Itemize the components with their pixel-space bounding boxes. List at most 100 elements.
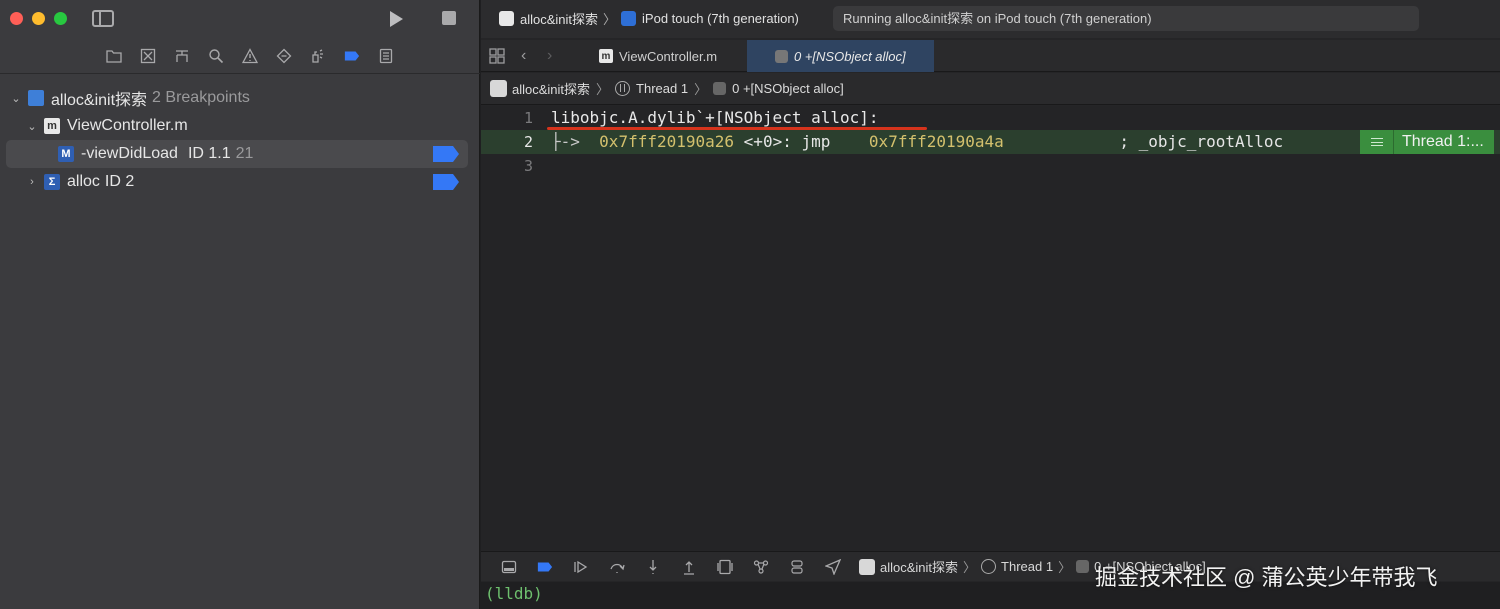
breakpoint-row-alloc[interactable]: › Σ alloc ID 2 [0, 168, 480, 196]
grid-icon[interactable] [489, 48, 505, 64]
jumpbar-project[interactable]: alloc&init探索 [512, 79, 590, 98]
file-name: ViewController.m [67, 117, 188, 134]
forward-arrow-icon[interactable]: › [547, 47, 552, 65]
window-zoom-button[interactable] [54, 12, 67, 25]
tab-nsobject-alloc[interactable]: 0 +[NSObject alloc] [747, 40, 934, 72]
symbolic-breakpoint-icon: Σ [44, 174, 60, 190]
step-out-icon[interactable] [671, 557, 707, 577]
project-name: alloc&init探索 [51, 92, 148, 109]
objc-file-icon: m [44, 118, 60, 134]
breakpoint-name: -viewDidLoad [81, 145, 178, 162]
breakpoint-id: ID 1.1 [187, 145, 231, 162]
breakpoint-flag-icon[interactable] [432, 173, 460, 191]
assembly-frame-icon [775, 49, 788, 63]
window-close-button[interactable] [10, 12, 23, 25]
test-diamond-icon[interactable] [275, 47, 293, 65]
line-number: 3 [523, 157, 533, 175]
search-icon[interactable] [207, 47, 225, 65]
instruction-address: 0x7fff20190a26 [599, 132, 735, 151]
tab-bar: ‹ › m ViewController.m 0 +[NSObject allo… [481, 40, 1500, 72]
instruction-offset: <+0>: [743, 132, 792, 151]
breakpoint-line: 21 [235, 145, 254, 162]
titlebar-right: alloc&init探索 〉 iPod touch (7th generatio… [481, 0, 1500, 38]
current-instruction-line: 2 ├-> 0x7fff20190a26 <+0>: jmp 0x7fff201… [481, 130, 1500, 154]
code-line: 1 libobjc.A.dylib`+[NSObject alloc]: [481, 106, 1500, 130]
tab-label: 0 +[NSObject alloc] [794, 48, 906, 64]
project-file-icon [28, 90, 44, 106]
chevron-right-icon: 〉 [963, 560, 977, 575]
play-icon [390, 11, 403, 27]
debug-thread[interactable]: Thread 1 [1001, 559, 1053, 574]
run-button[interactable] [386, 9, 406, 29]
stack-frame-icon [713, 82, 727, 95]
breakpoint-row-viewdidload[interactable]: M -viewDidLoad ID 1.1 21 [6, 140, 468, 168]
report-icon[interactable] [377, 47, 395, 65]
app-icon [499, 11, 514, 26]
memory-graph-icon[interactable] [743, 557, 779, 577]
thread-icon [981, 559, 997, 574]
watermark: 掘金技术社区 @ 蒲公英少年带我飞 [1095, 565, 1438, 590]
code-line: 3 [481, 154, 1500, 178]
breakpoint-id: ID 2 [104, 173, 135, 190]
tab-viewcontroller[interactable]: m ViewController.m [599, 40, 745, 72]
jumpbar-frame[interactable]: 0 +[NSObject alloc] [732, 81, 844, 96]
sidebar-toggle-icon[interactable] [92, 10, 114, 27]
stop-button[interactable] [442, 11, 456, 25]
breakpoint-flag-icon[interactable] [432, 145, 460, 163]
line-number: 2 [523, 133, 533, 151]
lldb-prompt: (lldb) [485, 584, 543, 603]
titlebar-left [0, 0, 480, 38]
chevron-right-icon[interactable]: › [26, 176, 38, 188]
window-minimize-button[interactable] [32, 12, 45, 25]
instruction-op: jmp [801, 132, 831, 151]
continue-icon[interactable] [563, 557, 599, 577]
step-over-icon[interactable] [599, 557, 635, 577]
chevron-right-icon: 〉 [596, 82, 610, 97]
tree-row-project[interactable]: ⌄ alloc&init探索 2 Breakpoints [0, 84, 480, 112]
step-into-icon[interactable] [635, 557, 671, 577]
environment-overrides-icon[interactable] [779, 557, 815, 577]
pc-arrow: ├-> [551, 132, 580, 151]
breakpoint-count: 2 Breakpoints [152, 89, 250, 106]
editor-pane: alloc&init探索 〉 iPod touch (7th generatio… [481, 0, 1500, 609]
method-icon: M [58, 146, 74, 162]
scheme-project: alloc&init探索 [520, 12, 599, 27]
tab-label: ViewController.m [619, 48, 718, 64]
issue-warning-icon[interactable] [241, 47, 259, 65]
back-arrow-icon[interactable]: ‹ [521, 47, 526, 65]
breakpoints-toggle-icon[interactable] [527, 557, 563, 577]
objc-file-icon: m [599, 49, 613, 63]
thread-marker[interactable]: Thread 1:... [1360, 130, 1494, 154]
chevron-down-icon[interactable]: ⌄ [10, 92, 22, 105]
hide-console-icon[interactable] [491, 557, 527, 577]
disassembly-editor[interactable]: 1 libobjc.A.dylib`+[NSObject alloc]: 2 ├… [481, 106, 1500, 550]
view-hierarchy-icon[interactable] [707, 557, 743, 577]
scheme-selector[interactable]: alloc&init探索 〉 iPod touch (7th generatio… [499, 9, 799, 28]
tree-row-file[interactable]: ⌄ m ViewController.m [0, 112, 480, 140]
chevron-right-icon: 〉 [694, 82, 708, 97]
source-control-icon[interactable] [139, 47, 157, 65]
stack-frame-icon [1076, 560, 1090, 573]
chevron-right-icon: 〉 [603, 12, 617, 27]
symbol-icon[interactable] [173, 47, 191, 65]
instruction-comment: ; _objc_rootAlloc [1119, 132, 1284, 151]
activity-status: Running alloc&init探索 on iPod touch (7th … [833, 6, 1419, 31]
debug-spray-icon[interactable] [309, 47, 327, 65]
navigator-divider [0, 73, 480, 74]
app-icon [490, 80, 507, 97]
navigator-selector-bar [0, 40, 480, 72]
breakpoint-name: alloc [67, 173, 100, 190]
folder-icon[interactable] [105, 47, 123, 65]
debug-project[interactable]: alloc&init探索 [880, 557, 958, 576]
jump-bar: alloc&init探索 〉 Thread 1 〉 0 +[NSObject a… [481, 73, 1500, 105]
target-address: 0x7fff20190a4a [868, 132, 1004, 151]
jumpbar-thread[interactable]: Thread 1 [636, 81, 688, 96]
line-text: ├-> 0x7fff20190a26 <+0>: jmp 0x7fff20190… [551, 130, 1283, 154]
chevron-down-icon[interactable]: ⌄ [26, 120, 38, 133]
navigator-pane: ⌄ alloc&init探索 2 Breakpoints ⌄ m ViewCon… [0, 0, 480, 609]
thread-label: Thread 1:... [1394, 130, 1494, 154]
breakpoint-tree: ⌄ alloc&init探索 2 Breakpoints ⌄ m ViewCon… [0, 84, 480, 196]
simulate-location-icon[interactable] [815, 557, 851, 577]
breakpoint-navigator-icon[interactable] [343, 47, 361, 65]
line-number: 1 [523, 109, 533, 127]
